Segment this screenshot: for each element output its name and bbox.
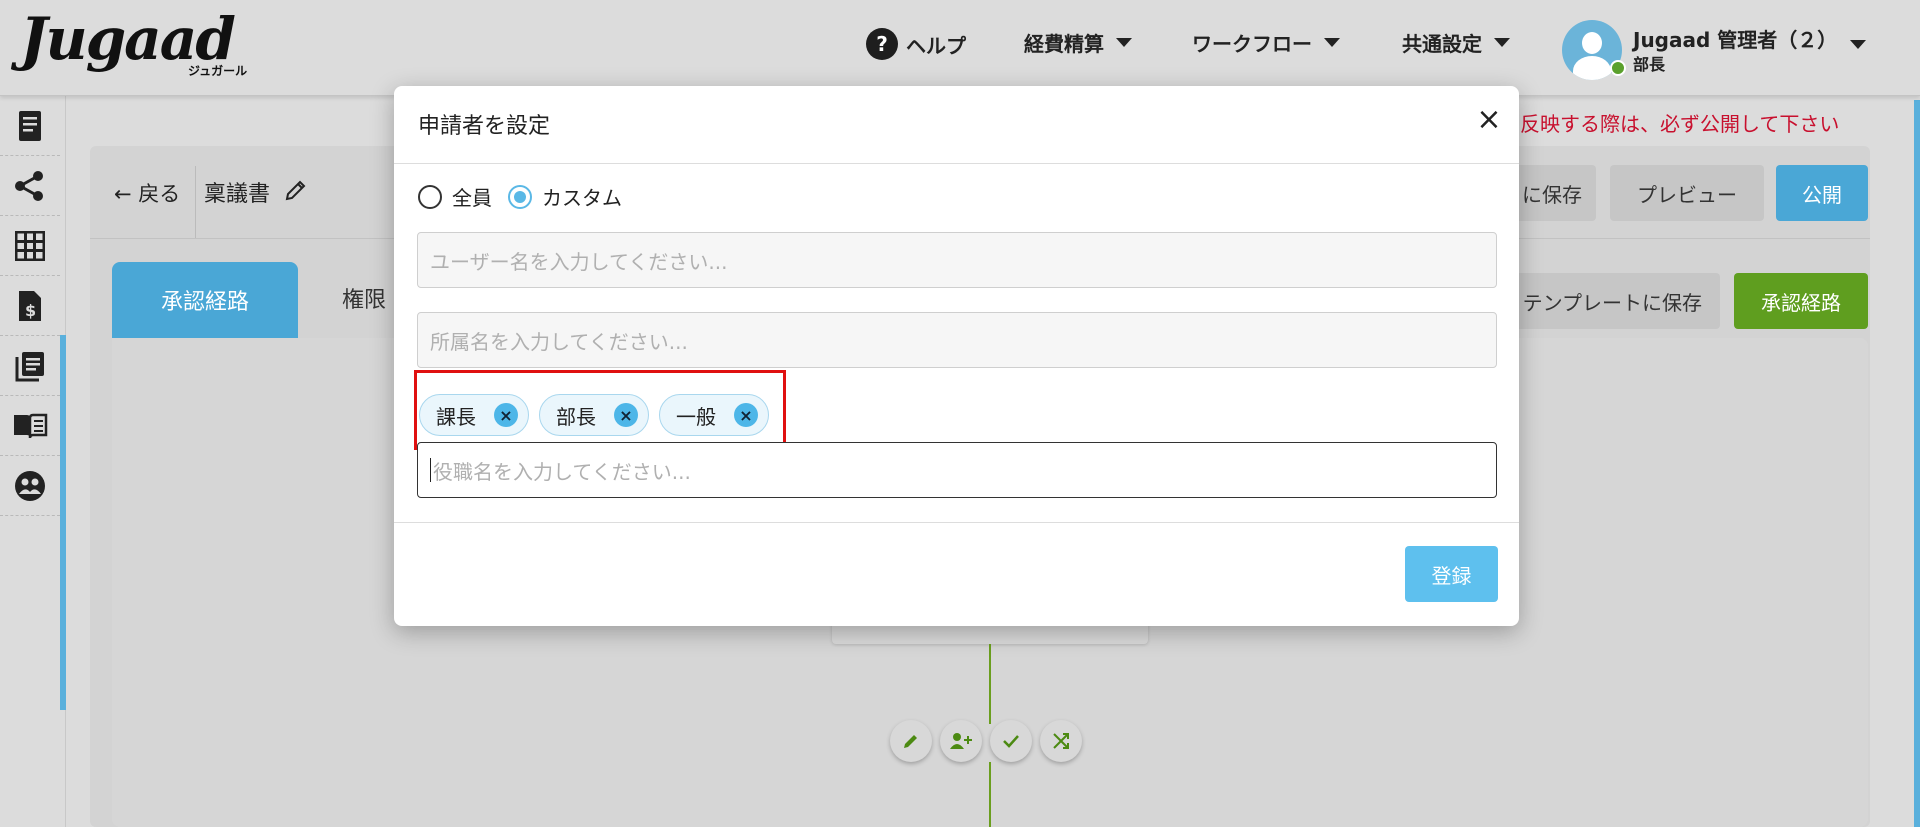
radio-all-label[interactable]: 全員: [452, 182, 492, 211]
close-icon[interactable]: ×: [1474, 105, 1504, 136]
workflow-connector: [989, 644, 991, 724]
publish-button[interactable]: 公開: [1776, 165, 1868, 221]
nav-common-settings[interactable]: 共通設定: [1402, 28, 1510, 57]
edit-node-button[interactable]: [890, 720, 932, 762]
chevron-down-icon: [1494, 38, 1510, 47]
position-input[interactable]: 役職名を入力してください...: [417, 442, 1497, 498]
user-role: 部長: [1633, 55, 1666, 74]
back-link[interactable]: ← 戻る: [114, 178, 180, 208]
department-input[interactable]: 所属名を入力してください...: [417, 312, 1497, 368]
sidebar-item-book[interactable]: [0, 396, 60, 456]
radio-all[interactable]: [418, 184, 442, 209]
divider: [195, 166, 196, 238]
chip-position: 課長 ×: [419, 394, 529, 436]
sidebar-item-group[interactable]: [0, 456, 60, 516]
sidebar-item-share[interactable]: [0, 156, 60, 216]
pencil-icon: [904, 735, 917, 748]
radio-custom-label[interactable]: カスタム: [542, 182, 622, 211]
book-icon: [14, 413, 48, 438]
remove-chip-icon[interactable]: ×: [614, 403, 638, 427]
nav-workflow[interactable]: ワークフロー: [1192, 28, 1340, 57]
text-cursor: [430, 458, 431, 482]
documents-icon: [15, 351, 44, 381]
radio-custom[interactable]: [508, 184, 532, 209]
nav-help[interactable]: ? ヘルプ: [866, 28, 966, 60]
logo[interactable]: Jugaad: [20, 8, 236, 70]
divider: [394, 522, 1519, 523]
grid-icon: [15, 230, 45, 261]
branch-node-button[interactable]: [1040, 720, 1082, 762]
shuffle-icon: [1053, 733, 1069, 749]
avatar-head: [1582, 32, 1602, 54]
position-input-placeholder: 役職名を入力してください...: [433, 459, 691, 484]
top-header: Jugaad ジュガール ? ヘルプ 経費精算 ワークフロー 共通設定 Juga…: [0, 0, 1920, 96]
add-user-icon: [950, 733, 972, 749]
group-icon: [15, 470, 45, 501]
nav-help-label: ヘルプ: [906, 33, 966, 58]
chip-position: 一般 ×: [659, 394, 769, 436]
share-icon: [15, 170, 43, 201]
publish-warning: ん。反映する際は、必ず公開して下さい: [1480, 112, 1840, 136]
position-chips: 課長 × 部長 × 一般 ×: [419, 394, 779, 436]
divider: [394, 163, 1519, 164]
online-status-icon: [1610, 60, 1626, 76]
user-name[interactable]: Jugaad 管理者（２）: [1633, 24, 1837, 53]
chip-label: 課長: [436, 404, 476, 429]
receipt-icon: [19, 110, 41, 141]
svg-text:$: $: [25, 301, 36, 320]
chevron-down-icon: [1116, 38, 1132, 47]
save-template-button[interactable]: テンプレートに保存: [1500, 273, 1720, 329]
approval-route-button[interactable]: 承認経路: [1734, 273, 1868, 329]
logo-subtitle: ジュガール: [188, 64, 248, 78]
sidebar-accent-bar: [60, 335, 66, 710]
chip-label: 一般: [676, 404, 716, 429]
chevron-down-icon: [1324, 38, 1340, 47]
approve-node-button[interactable]: [990, 720, 1032, 762]
pencil-icon[interactable]: [284, 178, 308, 202]
user-name-input[interactable]: ユーザー名を入力してください...: [417, 232, 1497, 288]
avatar-body: [1573, 56, 1611, 80]
help-icon: ?: [866, 28, 898, 60]
nav-expense[interactable]: 経費精算: [1024, 28, 1132, 57]
dialog-title: 申請者を設定: [418, 114, 551, 139]
remove-chip-icon[interactable]: ×: [734, 403, 758, 427]
chip-position: 部長 ×: [539, 394, 649, 436]
scrollbar[interactable]: [1914, 100, 1920, 827]
add-approver-button[interactable]: [940, 720, 982, 762]
nav-workflow-label: ワークフロー: [1192, 32, 1312, 56]
invoice-icon: $: [19, 290, 41, 321]
nav-common-label: 共通設定: [1402, 32, 1482, 56]
chip-label: 部長: [556, 404, 596, 429]
tab-approval-route[interactable]: 承認経路: [112, 262, 298, 338]
user-menu-chevron-icon[interactable]: [1850, 40, 1866, 49]
check-icon: [1003, 735, 1019, 748]
nav-expense-label: 経費精算: [1024, 32, 1104, 56]
document-title: 稟議書: [204, 182, 271, 207]
register-button[interactable]: 登録: [1405, 546, 1498, 602]
sidebar-item-documents[interactable]: [0, 336, 60, 396]
preview-button[interactable]: プレビュー: [1610, 165, 1764, 221]
workflow-connector: [989, 762, 991, 827]
sidebar-item-invoice[interactable]: $: [0, 276, 60, 336]
set-applicant-dialog: 申請者を設定 × 全員 カスタム ユーザー名を入力してください... 所属名を入…: [394, 86, 1519, 626]
sidebar-item-grid[interactable]: [0, 216, 60, 276]
applicant-scope-radios: 全員 カスタム: [418, 182, 622, 211]
tab-permissions[interactable]: 権限: [342, 282, 386, 314]
sidebar: $: [0, 96, 66, 827]
remove-chip-icon[interactable]: ×: [494, 403, 518, 427]
sidebar-item-receipt[interactable]: [0, 96, 60, 156]
